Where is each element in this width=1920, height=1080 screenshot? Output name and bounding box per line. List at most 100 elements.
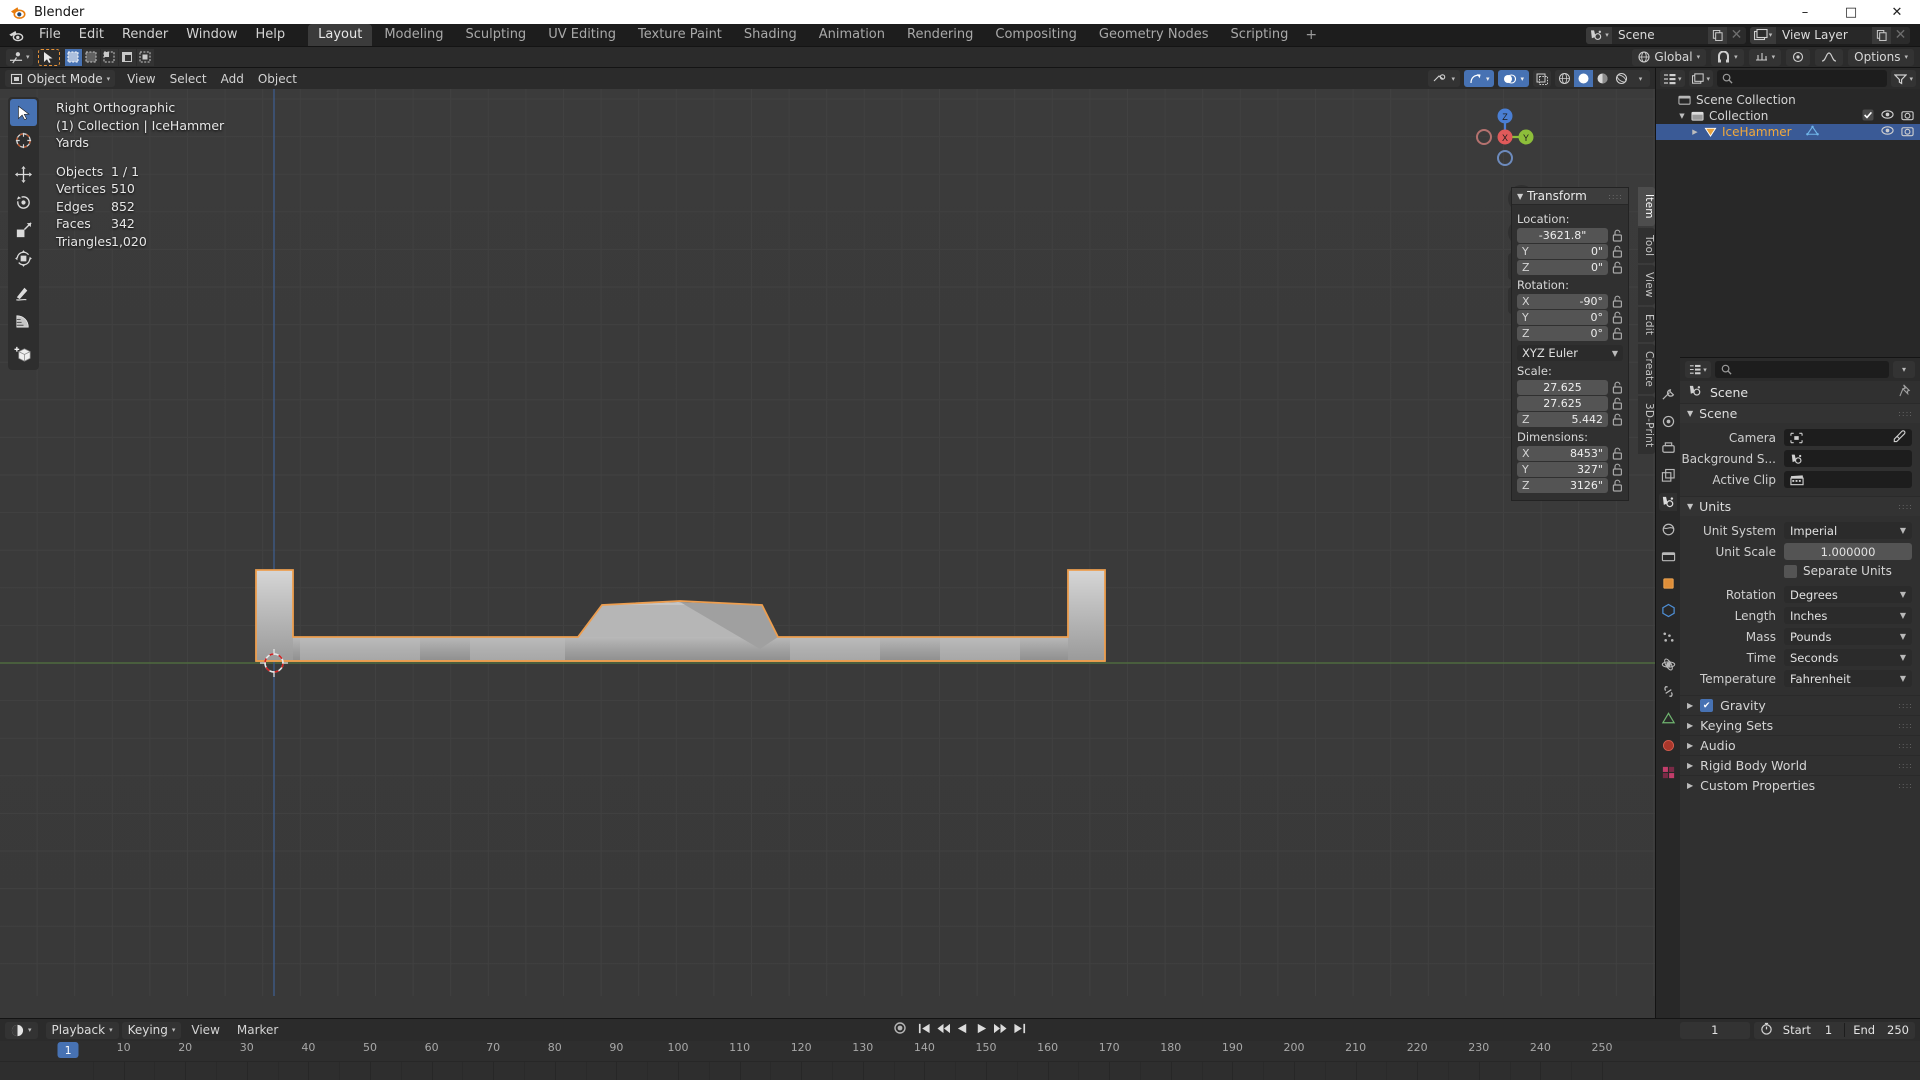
- jump-start-icon[interactable]: [917, 1022, 932, 1039]
- lock-icon[interactable]: [1612, 295, 1623, 308]
- length-units-dropdown[interactable]: Inches ▼: [1784, 607, 1912, 624]
- properties-collection-tab[interactable]: [1659, 547, 1677, 565]
- end-frame-value[interactable]: 250: [1887, 1023, 1909, 1037]
- properties-tool-tab[interactable]: [1659, 385, 1677, 403]
- properties-particles-tab[interactable]: [1659, 628, 1677, 646]
- lock-icon[interactable]: [1612, 311, 1623, 324]
- scale-field-2[interactable]: Z 5.442: [1517, 412, 1608, 427]
- location-field-2[interactable]: Z 0": [1517, 260, 1608, 275]
- outliner-search-input[interactable]: [1717, 70, 1888, 87]
- snap-target-selector[interactable]: ▾: [1748, 48, 1782, 66]
- timeline-menu-marker[interactable]: Marker: [230, 1021, 285, 1039]
- workspace-tab-sculpting[interactable]: Sculpting: [455, 24, 536, 46]
- viewport-menu-view[interactable]: View: [120, 70, 162, 88]
- chevron-right-icon[interactable]: ▶: [1690, 128, 1700, 136]
- property-section-custom-properties[interactable]: ▶ Custom Properties::::: [1680, 775, 1920, 795]
- sidebar-tab-3d-print[interactable]: 3D-Print: [1638, 395, 1655, 455]
- snapping-toggle[interactable]: ▾: [1711, 48, 1744, 66]
- add-cube-tool-button[interactable]: [10, 341, 37, 368]
- select-extend-button[interactable]: [82, 48, 100, 66]
- maximize-button[interactable]: □: [1828, 0, 1874, 24]
- viewport-options-button[interactable]: Options ▾: [1848, 48, 1914, 66]
- stopwatch-icon[interactable]: [1760, 1022, 1773, 1038]
- property-section-gravity[interactable]: ▶ ✔ Gravity::::: [1680, 695, 1920, 715]
- tweak-tool-button[interactable]: [10, 99, 37, 126]
- units-section-header[interactable]: ▼ Units ::::: [1680, 496, 1920, 516]
- properties-object-tab[interactable]: [1659, 574, 1677, 592]
- unit-scale-field[interactable]: 1.000000: [1784, 543, 1912, 560]
- close-button[interactable]: ✕: [1874, 0, 1920, 24]
- topbar-menu-help[interactable]: Help: [247, 25, 295, 45]
- workspace-tab-texture-paint[interactable]: Texture Paint: [628, 24, 732, 46]
- outliner-row-scene-collection[interactable]: Scene Collection: [1656, 92, 1920, 108]
- time-units-dropdown[interactable]: Seconds ▼: [1784, 649, 1912, 666]
- properties-modifier-tab[interactable]: [1659, 601, 1677, 619]
- sidebar-tab-view[interactable]: View: [1638, 264, 1655, 305]
- proportional-editing-toggle[interactable]: [1786, 48, 1811, 66]
- gizmos-toggle[interactable]: ▾: [1463, 70, 1495, 87]
- navigation-gizmo[interactable]: Z Y X: [1467, 99, 1543, 175]
- view-layer-selector[interactable]: ▾ View Layer ✕: [1750, 26, 1910, 44]
- transform-orientation-selector[interactable]: Global ▾: [1632, 48, 1707, 66]
- sidebar-tab-edit[interactable]: Edit: [1638, 306, 1655, 342]
- property-section-keying-sets[interactable]: ▶ Keying Sets::::: [1680, 715, 1920, 735]
- location-field-0[interactable]: -3621.8": [1517, 228, 1608, 243]
- chevron-down-icon[interactable]: ▼: [1677, 112, 1687, 120]
- workspace-tab-scripting[interactable]: Scripting: [1221, 24, 1299, 46]
- outliner-exclude-checkbox[interactable]: [1862, 109, 1874, 124]
- properties-world-tab[interactable]: [1659, 520, 1677, 538]
- timeline-track-area[interactable]: [0, 1061, 1920, 1080]
- timeline-menu-keying[interactable]: Keying ▾: [121, 1021, 182, 1039]
- scale-field-0[interactable]: 27.625: [1517, 380, 1608, 395]
- rotation-field-0[interactable]: X -90°: [1517, 294, 1608, 309]
- scene-section-header[interactable]: ▼ Scene ::::: [1680, 403, 1920, 423]
- annotate-tool-button[interactable]: [10, 279, 37, 306]
- outliner-tree[interactable]: Scene Collection ▼ Collection ▶ IceHammer: [1656, 89, 1920, 357]
- select-set-button[interactable]: [64, 48, 82, 66]
- shading-material-button[interactable]: [1593, 70, 1612, 87]
- viewport-menu-select[interactable]: Select: [163, 70, 214, 88]
- new-scene-button[interactable]: [1708, 26, 1727, 44]
- workspace-tab-layout[interactable]: Layout: [308, 24, 373, 46]
- rotation-units-dropdown[interactable]: Degrees ▼: [1784, 586, 1912, 603]
- workspace-tab-geometry-nodes[interactable]: Geometry Nodes: [1089, 24, 1219, 46]
- outliner-row-collection[interactable]: ▼ Collection: [1656, 108, 1920, 124]
- rotation-mode-selector[interactable]: XYZ Euler ▼: [1517, 345, 1623, 361]
- lock-icon[interactable]: [1612, 327, 1623, 340]
- viewport-menu-object[interactable]: Object: [251, 70, 304, 88]
- shading-rendered-button[interactable]: [1612, 70, 1631, 87]
- jump-end-icon[interactable]: [1012, 1022, 1027, 1039]
- transform-tool-button[interactable]: [10, 245, 37, 272]
- lock-icon[interactable]: [1612, 413, 1623, 426]
- topbar-menu-render[interactable]: Render: [113, 25, 177, 45]
- timeline-playhead-label[interactable]: 1: [57, 1042, 79, 1058]
- topbar-menu-edit[interactable]: Edit: [70, 25, 113, 45]
- blender-menu-icon[interactable]: [6, 27, 26, 43]
- mass-units-dropdown[interactable]: Pounds ▼: [1784, 628, 1912, 645]
- topbar-menu-window[interactable]: Window: [177, 25, 246, 45]
- transform-panel-header[interactable]: ▼ Transform ::::: [1512, 188, 1628, 205]
- toggle-xray-button[interactable]: [1533, 70, 1551, 87]
- scale-field-1[interactable]: 27.625: [1517, 396, 1608, 411]
- scene-row-value-field[interactable]: [1784, 471, 1912, 488]
- new-view-layer-button[interactable]: [1872, 26, 1891, 44]
- outliner-editor-type-button[interactable]: ▾: [1660, 70, 1685, 87]
- lock-icon[interactable]: [1612, 245, 1623, 258]
- play-reverse-icon[interactable]: [955, 1022, 970, 1039]
- 3d-viewport[interactable]: Right Orthographic (1) Collection | IceH…: [0, 89, 1655, 1018]
- scene-row-value-field[interactable]: [1784, 429, 1912, 446]
- properties-editor-type-button[interactable]: ▾: [1685, 361, 1711, 378]
- minimize-button[interactable]: –: [1782, 0, 1828, 24]
- workspace-tab-animation[interactable]: Animation: [809, 24, 895, 46]
- shading-wireframe-button[interactable]: [1555, 70, 1574, 87]
- pin-icon[interactable]: [1899, 384, 1912, 400]
- timeline-menu-playback[interactable]: Playback ▾: [45, 1021, 119, 1039]
- properties-data-tab[interactable]: [1659, 709, 1677, 727]
- select-invert-button[interactable]: [118, 48, 136, 66]
- cursor-tool-button[interactable]: [10, 127, 37, 154]
- shading-solid-button[interactable]: [1574, 70, 1593, 87]
- remove-view-layer-button[interactable]: ✕: [1891, 26, 1910, 44]
- lock-icon[interactable]: [1612, 397, 1623, 410]
- unlink-scene-button[interactable]: ✕: [1727, 26, 1746, 44]
- outliner-row-icehammer[interactable]: ▶ IceHammer: [1656, 124, 1920, 140]
